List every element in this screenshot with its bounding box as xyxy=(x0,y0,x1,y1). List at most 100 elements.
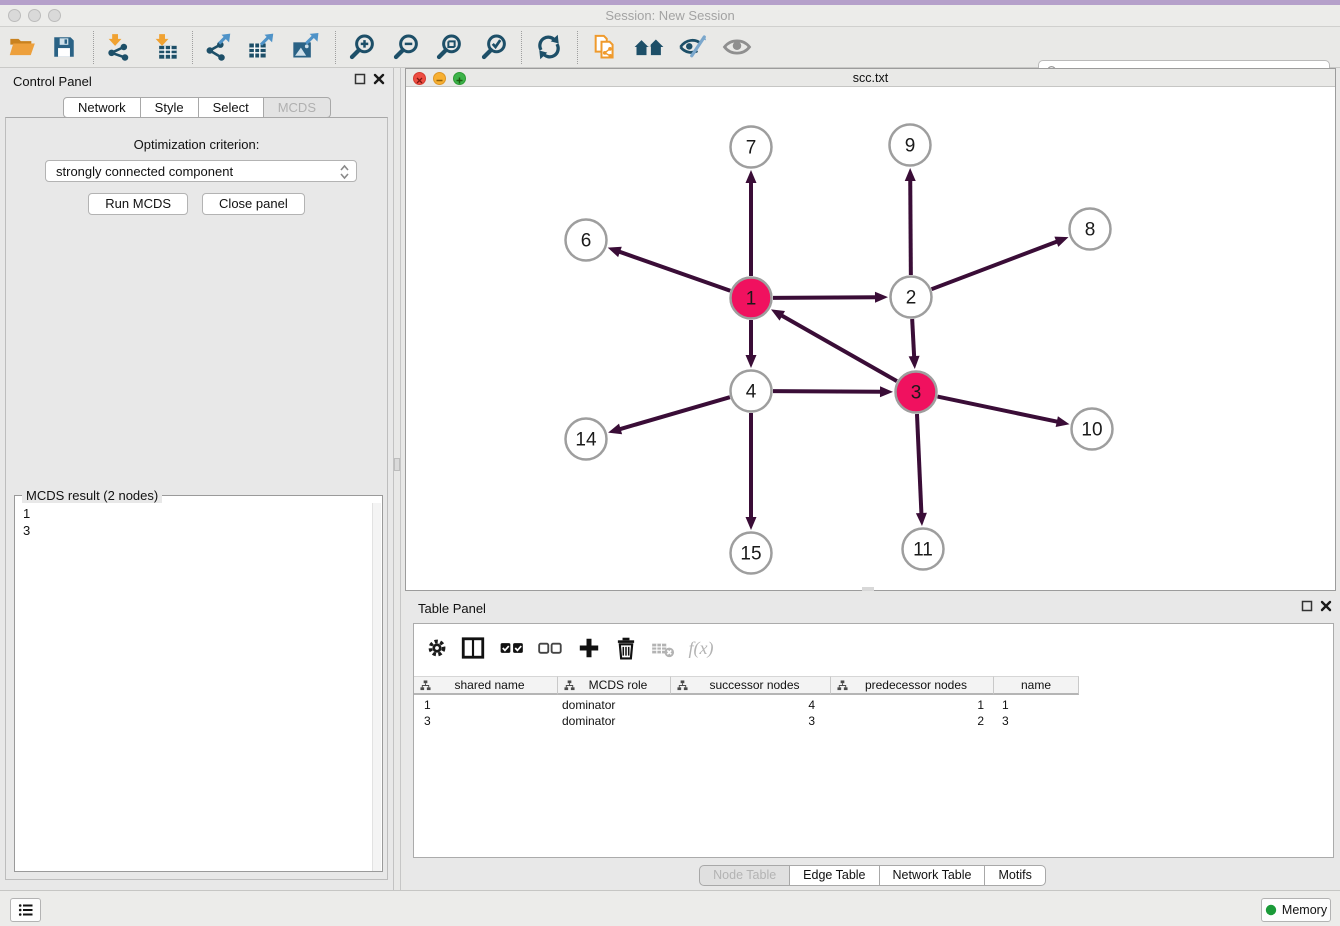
column-header-predecessor-nodes[interactable]: predecessor nodes xyxy=(831,676,994,695)
close-panel-icon[interactable] xyxy=(373,73,385,85)
graph-edge-1-6[interactable] xyxy=(608,247,731,291)
window-accent-strip xyxy=(0,0,1340,5)
table-row[interactable]: 1dominator411 xyxy=(414,697,1333,713)
graph-edge-3-11[interactable] xyxy=(916,414,927,526)
export-table-icon[interactable] xyxy=(246,32,276,62)
close-table-panel-icon[interactable] xyxy=(1320,600,1332,612)
table-cell[interactable]: 1 xyxy=(414,697,558,713)
result-scrollbar[interactable] xyxy=(372,503,381,871)
task-history-button[interactable] xyxy=(10,898,41,922)
graph-edge-4-3[interactable] xyxy=(773,386,893,397)
graph-edge-1-2[interactable] xyxy=(773,292,888,303)
function-icon[interactable]: f(x) xyxy=(686,633,716,663)
table-cell[interactable]: 3 xyxy=(994,713,1079,729)
export-image-icon[interactable] xyxy=(290,32,320,62)
graph-edge-4-14[interactable] xyxy=(608,397,730,434)
panel-divider[interactable] xyxy=(400,68,401,890)
tab-style[interactable]: Style xyxy=(141,97,199,118)
panel-divider-handle[interactable] xyxy=(394,458,400,471)
memory-button[interactable]: Memory xyxy=(1261,898,1331,922)
toolbar-separator xyxy=(93,31,94,64)
graph-edge-2-9[interactable] xyxy=(905,168,916,275)
network-window-titlebar[interactable]: scc.txt xyxy=(406,69,1335,87)
table-cell[interactable]: 3 xyxy=(414,713,558,729)
window-title: Session: New Session xyxy=(0,8,1340,23)
network-canvas[interactable]: 7 9 6 8 1 2 4 3 14 10 15 11 xyxy=(406,87,1335,590)
mcds-result-text[interactable]: 1 3 xyxy=(16,503,373,871)
criterion-select[interactable]: strongly connected component xyxy=(45,160,357,182)
table-rows: 1dominator4113dominator323 xyxy=(414,697,1333,729)
home-icon[interactable] xyxy=(634,32,664,62)
mcds-result-title: MCDS result (2 nodes) xyxy=(22,488,162,503)
columns-icon[interactable] xyxy=(458,633,488,663)
zoom-out-icon[interactable] xyxy=(391,32,421,62)
graph-node-15[interactable]: 15 xyxy=(731,533,772,574)
export-network-icon[interactable] xyxy=(203,32,233,62)
tab-network[interactable]: Network xyxy=(63,97,141,118)
function-icon-label: f(x) xyxy=(689,638,714,659)
graph-node-11[interactable]: 11 xyxy=(903,529,944,570)
import-network-icon[interactable] xyxy=(103,32,133,62)
graph-node-3[interactable]: 3 xyxy=(896,372,937,413)
zoom-fit-icon[interactable] xyxy=(434,32,464,62)
tab-network-table[interactable]: Network Table xyxy=(880,865,986,886)
graph-edge-3-1[interactable] xyxy=(771,309,897,381)
table-cell[interactable]: dominator xyxy=(558,697,671,713)
table-cell[interactable]: 1 xyxy=(831,697,994,713)
graph-edge-4-15[interactable] xyxy=(746,413,757,530)
tab-motifs[interactable]: Motifs xyxy=(985,865,1045,886)
graph-edge-1-4[interactable] xyxy=(746,320,757,368)
graph-node-1[interactable]: 1 xyxy=(731,278,772,319)
tab-select[interactable]: Select xyxy=(199,97,264,118)
node-label: 1 xyxy=(746,289,757,310)
canvas-resize-handle[interactable] xyxy=(862,587,874,591)
table-cell[interactable]: 1 xyxy=(994,697,1079,713)
select-all-icon[interactable] xyxy=(497,633,527,663)
save-session-icon[interactable] xyxy=(49,32,79,62)
close-panel-button[interactable]: Close panel xyxy=(202,193,305,215)
gear-icon[interactable] xyxy=(422,633,452,663)
table-cell[interactable]: 2 xyxy=(831,713,994,729)
table-cell[interactable]: dominator xyxy=(558,713,671,729)
float-table-panel-icon[interactable] xyxy=(1301,600,1313,612)
graph-node-4[interactable]: 4 xyxy=(731,371,772,412)
graph-node-10[interactable]: 10 xyxy=(1072,409,1113,450)
delete-table-icon[interactable] xyxy=(648,633,678,663)
graph-node-14[interactable]: 14 xyxy=(566,419,607,460)
table-row[interactable]: 3dominator323 xyxy=(414,713,1333,729)
hide-selected-icon[interactable] xyxy=(678,32,708,62)
deselect-all-icon[interactable] xyxy=(535,633,565,663)
import-table-icon[interactable] xyxy=(150,32,180,62)
table-cell[interactable]: 4 xyxy=(671,697,831,713)
column-header-name[interactable]: name xyxy=(994,676,1079,695)
node-label: 4 xyxy=(746,382,757,403)
tab-edge-table[interactable]: Edge Table xyxy=(790,865,879,886)
graph-node-7[interactable]: 7 xyxy=(731,127,772,168)
column-header-MCDS-role[interactable]: MCDS role xyxy=(558,676,671,695)
graph-edge-2-3[interactable] xyxy=(909,319,920,369)
graph-node-9[interactable]: 9 xyxy=(890,125,931,166)
zoom-in-icon[interactable] xyxy=(347,32,377,62)
graph-edge-1-7[interactable] xyxy=(746,170,757,276)
graph-node-8[interactable]: 8 xyxy=(1070,209,1111,250)
zoom-selected-icon[interactable] xyxy=(479,32,509,62)
add-icon[interactable] xyxy=(574,633,604,663)
delete-icon[interactable] xyxy=(611,633,641,663)
graph-node-2[interactable]: 2 xyxy=(891,277,932,318)
refresh-icon[interactable] xyxy=(534,32,564,62)
column-header-successor-nodes[interactable]: successor nodes xyxy=(671,676,831,695)
tab-node-table[interactable]: Node Table xyxy=(699,865,790,886)
graph-edge-3-10[interactable] xyxy=(938,397,1070,427)
run-mcds-button[interactable]: Run MCDS xyxy=(88,193,188,215)
float-panel-icon[interactable] xyxy=(354,73,366,85)
open-session-icon[interactable] xyxy=(7,32,37,62)
node-label: 11 xyxy=(913,540,933,561)
graph-edge-2-8[interactable] xyxy=(932,237,1069,290)
table-cell[interactable]: 3 xyxy=(671,713,831,729)
graph-node-6[interactable]: 6 xyxy=(566,220,607,261)
tab-mcds[interactable]: MCDS xyxy=(264,97,331,118)
show-all-icon[interactable] xyxy=(722,32,752,62)
clone-network-icon[interactable] xyxy=(590,32,620,62)
column-header-shared-name[interactable]: shared name xyxy=(414,676,558,695)
app-titlebar: Session: New Session xyxy=(0,0,1340,27)
